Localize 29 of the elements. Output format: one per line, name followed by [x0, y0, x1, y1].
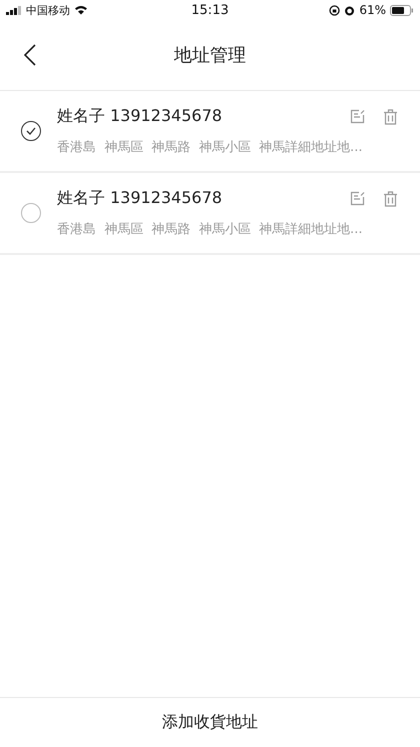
alarm-icon [344, 4, 356, 16]
battery-icon [390, 4, 414, 16]
signal-icon [6, 6, 22, 14]
address-item[interactable]: 姓名子 13912345678 香港島 神馬區 神馬路 神馬小區 神馬詳細地址地... [0, 173, 420, 255]
contact-name: 姓名子 13912345678 [57, 188, 224, 209]
contact-name: 姓名子 13912345678 [57, 106, 224, 127]
address-item[interactable]: 姓名子 13912345678 香港島 神馬區 神馬路 神馬小區 神馬詳細地址地... [0, 91, 420, 173]
wifi-icon [74, 5, 88, 15]
lock-rotation-icon [329, 4, 340, 16]
delete-button[interactable] [383, 190, 398, 206]
carrier-name: 中国移动 [26, 2, 70, 18]
edit-button[interactable] [350, 191, 365, 206]
edit-icon [350, 109, 365, 124]
delete-button[interactable] [383, 108, 398, 124]
address-text: 香港島 神馬區 神馬路 神馬小區 神馬詳細地址地... [57, 139, 364, 156]
trash-icon [383, 190, 398, 206]
address-text: 香港島 神馬區 神馬路 神馬小區 神馬詳細地址地... [57, 221, 364, 238]
radio-button[interactable] [21, 203, 41, 223]
page-title: 地址管理 [174, 44, 246, 67]
check-icon [26, 127, 36, 135]
edit-button[interactable] [350, 109, 365, 124]
battery-percent: 61% [359, 3, 386, 17]
add-address-button[interactable]: 添加收貨地址 [152, 708, 268, 737]
radio-button[interactable] [21, 121, 41, 141]
back-button[interactable] [24, 44, 36, 66]
back-icon [24, 44, 36, 66]
edit-icon [350, 191, 365, 206]
status-time: 15:13 [191, 2, 229, 18]
trash-icon [383, 108, 398, 124]
